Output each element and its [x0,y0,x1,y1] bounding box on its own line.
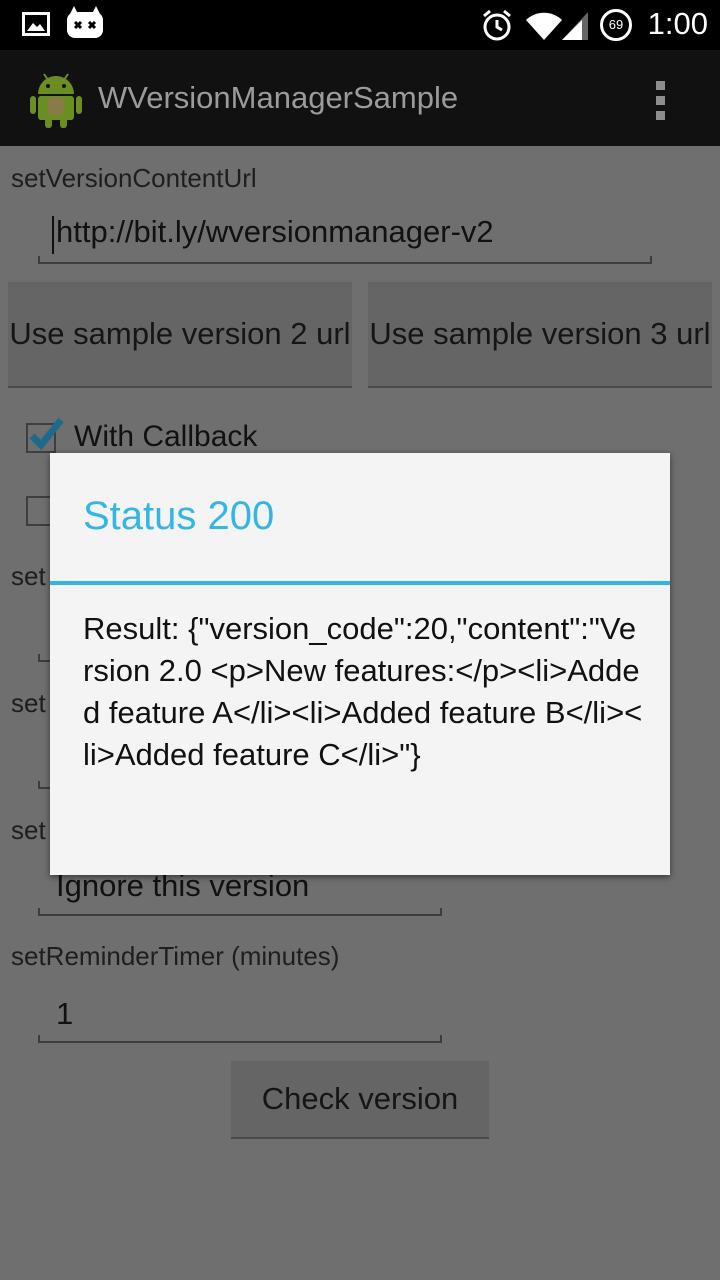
battery-level: 69 [608,17,624,32]
sample-v2-button[interactable]: Use sample version 2 url [8,282,352,388]
signal-icon [562,10,590,46]
dialog-title: Status 200 [83,494,275,538]
partial-label-1: set [11,561,46,591]
alarm-icon [480,8,514,46]
ignore-version-underline [38,908,442,916]
reminder-timer-label: setReminderTimer (minutes) [11,941,340,971]
content-url-input[interactable]: http://bit.ly/wversionmanager-v2 [56,214,494,250]
reminder-timer-input[interactable]: 1 [56,996,73,1032]
app-title: WVersionManagerSample [98,80,459,115]
sample-v3-button[interactable]: Use sample version 3 url [368,282,712,388]
dialog-message: Result: {"version_code":20,"content":"Ve… [83,611,643,772]
image-icon [22,12,50,36]
with-callback-label: With Callback [74,420,258,453]
check-mark-icon [27,416,67,454]
content-url-label: setVersionContentUrl [11,163,257,193]
battery-icon: 69 [600,9,632,41]
partial-label-3: set [11,815,46,845]
partial-label-2: set [11,688,46,718]
wifi-icon [524,10,564,46]
text-cursor [52,216,54,254]
cyanogen-icon [66,6,104,44]
reminder-timer-underline [38,1035,442,1043]
dialog-divider [50,581,670,585]
status-time: 1:00 [647,6,708,41]
overflow-menu-icon[interactable] [656,81,668,121]
content-url-underline [38,256,652,264]
android-app-icon[interactable] [30,68,82,132]
check-version-button[interactable]: Check version [231,1061,489,1139]
